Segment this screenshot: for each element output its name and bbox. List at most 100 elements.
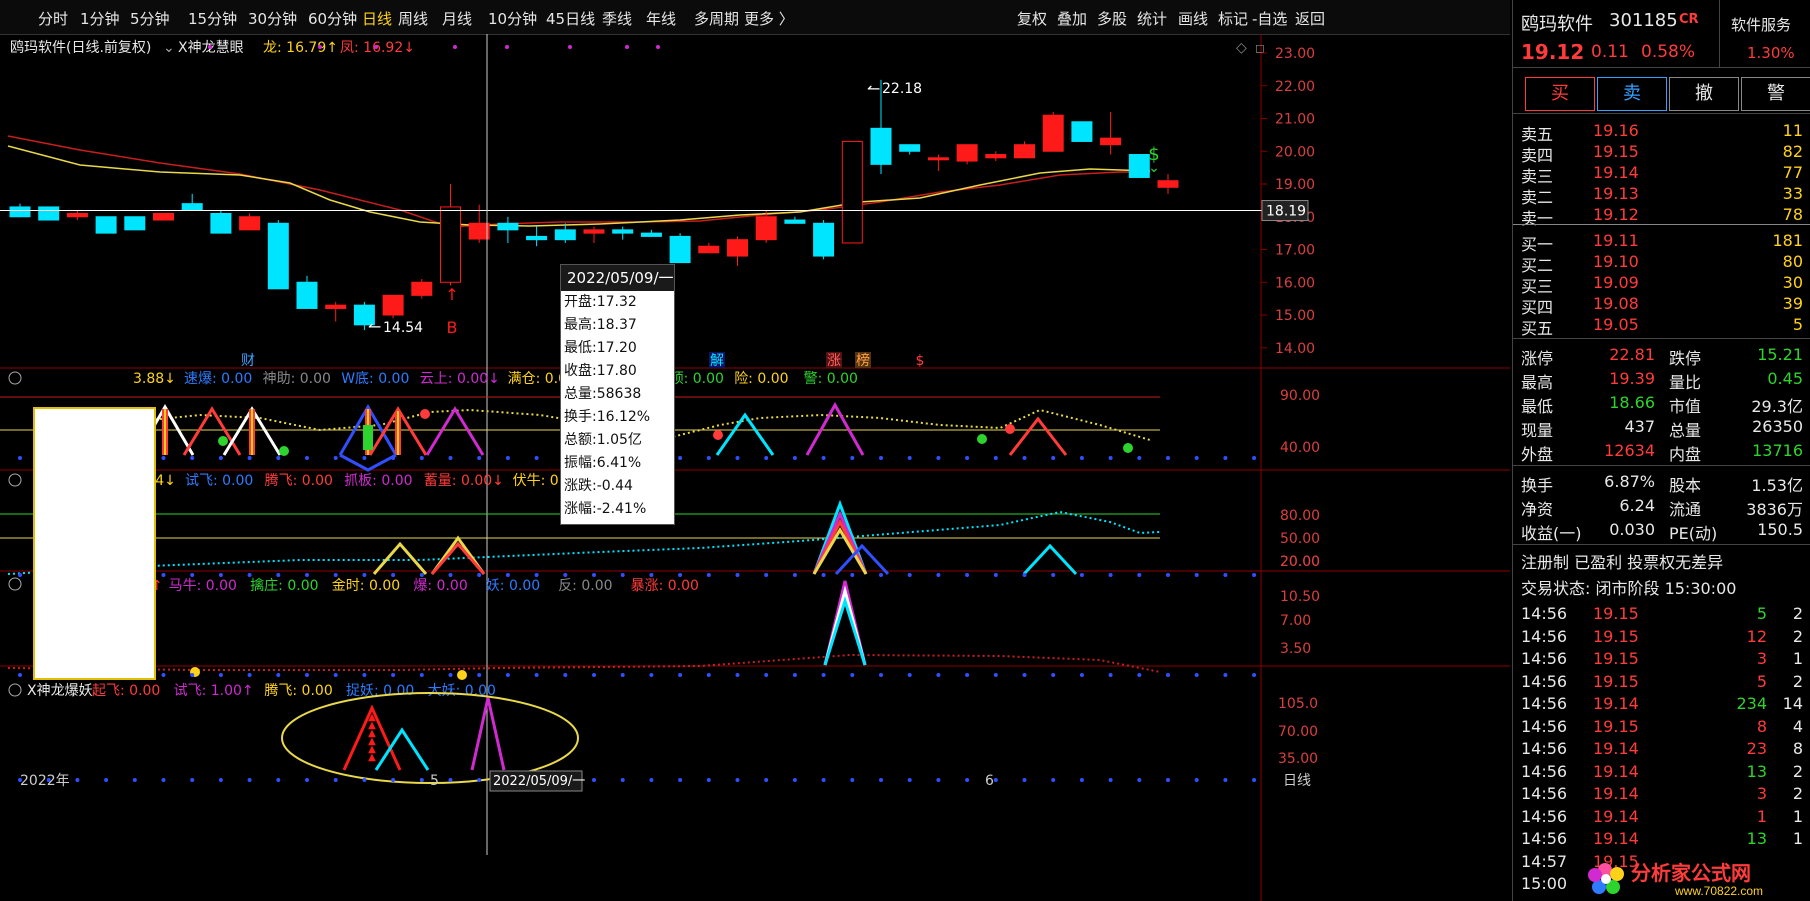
baseline-dot [1194,778,1199,782]
candle-body[interactable] [698,245,720,254]
period-tab-13[interactable]: 多周期 [694,8,739,29]
candle-body[interactable] [267,222,289,290]
candle-body[interactable] [554,229,576,241]
sell-button[interactable]: 卖 [1597,77,1667,111]
period-tab-0[interactable]: 分时 [38,8,68,29]
candle-body[interactable] [497,222,519,231]
candle-body[interactable] [640,232,662,237]
stat-row[interactable]: 净资 6.24 流通 3836万 [1513,493,1810,519]
sector-name[interactable]: 软件服务 [1731,14,1791,35]
period-tab-12[interactable]: 年线 [646,8,676,29]
candle-body[interactable] [927,157,949,161]
candle-body[interactable] [411,281,433,296]
period-tab-8[interactable]: 月线 [442,8,472,29]
candle-body[interactable] [440,206,461,283]
stat-row[interactable]: 收益(一) 0.030 PE(动) 150.5 [1513,517,1810,543]
baseline-dot [1252,456,1257,460]
stat-row[interactable]: 换手 6.87% 股本 1.53亿 [1513,469,1810,495]
collapse-icon[interactable] [8,371,22,385]
period-tab-14[interactable]: 更多 〉 [744,8,794,29]
panel1-signal [425,406,485,456]
candle-body[interactable] [1042,114,1064,152]
candle-body[interactable] [526,235,548,241]
stat-row[interactable]: 涨停 22.81 跌停 15.21 [1513,342,1810,368]
toolbar-action-4[interactable]: 画线 [1178,8,1208,29]
toolbar-action-2[interactable]: 多股 [1097,8,1127,29]
candle-body[interactable] [813,222,835,257]
period-tab-3[interactable]: 15分钟 [188,8,237,29]
collapse-icon[interactable] [8,577,22,591]
candle-body[interactable] [153,212,174,221]
baseline-dot [592,673,596,677]
indicator-value-6: 反: 0.00 [558,578,612,594]
candle-body[interactable] [1128,154,1150,178]
toolbar-action-6[interactable]: -自选 [1252,8,1287,29]
baseline-dot [678,778,683,782]
candle-body[interactable] [612,229,634,234]
candle-body[interactable] [95,216,117,234]
candle-body[interactable] [755,216,777,241]
bid-row[interactable]: 买五 19.05 5 [1513,312,1810,338]
candle-body[interactable] [66,212,88,218]
indicator-value-1: 速爆: 0.00 [184,371,252,387]
candle-body[interactable] [727,239,748,257]
tick-volume: 234 [1736,694,1767,713]
candle-body[interactable] [985,154,1007,159]
bid-volume: 80 [1782,252,1803,271]
baseline-dot [850,673,855,677]
candle-body[interactable] [382,294,404,316]
stat-row[interactable]: 最低 18.66 市值 29.3亿 [1513,390,1810,416]
period-tab-4[interactable]: 30分钟 [248,8,297,29]
candle-body[interactable] [1100,137,1122,146]
candle-body[interactable] [1071,121,1093,142]
period-tab-7[interactable]: 周线 [398,8,428,29]
stat-row[interactable]: 最高 19.39 量比 0.45 [1513,366,1810,392]
stat-row[interactable]: 外盘 12634 内盘 13716 [1513,438,1810,464]
candle-body[interactable] [784,219,806,224]
period-tab-9[interactable]: 10分钟 [488,8,537,29]
candle-body[interactable] [325,304,347,309]
candle-body[interactable] [239,216,261,231]
kline-chart-area[interactable]: 鸥玛软件(日线.前复权)⌄X神龙慧眼龙: 16.79↑凤: 16.92↓◇◻23… [0,34,1510,901]
period-tab-2[interactable]: 5分钟 [130,8,170,29]
period-tab-11[interactable]: 季线 [602,8,632,29]
candle-body[interactable] [1157,180,1179,188]
candle-body[interactable] [468,222,490,240]
candle-body[interactable] [899,144,921,152]
long-line-value: 龙: 16.79↑ [263,40,338,56]
period-tab-5[interactable]: 60分钟 [308,8,357,29]
buy-button[interactable]: 买 [1525,77,1595,111]
panel1-dot [713,430,723,440]
collapse-icon[interactable] [8,473,22,487]
collapse-icon[interactable] [8,683,22,697]
candle-body[interactable] [583,229,605,234]
toolbar-action-3[interactable]: 统计 [1137,8,1167,29]
toolbar-action-1[interactable]: 叠加 [1057,8,1087,29]
period-tab-6[interactable]: 日线 [362,8,392,29]
candle-body[interactable] [9,206,31,218]
candle-body[interactable] [210,212,232,234]
candle-body[interactable] [841,140,863,244]
candle-body[interactable] [669,235,691,264]
candle-body[interactable] [870,127,892,165]
toolbar-action-7[interactable]: 返回 [1295,8,1325,29]
baseline-dot [391,456,396,460]
stat-value: 22.81 [1609,345,1655,364]
candle-body[interactable] [1014,144,1035,159]
period-tab-1[interactable]: 1分钟 [80,8,120,29]
baseline-dot [218,573,223,577]
candle-body[interactable] [38,206,60,221]
ask-price: 19.13 [1593,184,1639,203]
candle-body[interactable] [181,203,203,211]
ask-volume: 11 [1782,121,1803,140]
period-tab-10[interactable]: 45日线 [546,8,595,29]
toolbar-action-0[interactable]: 复权 [1017,8,1047,29]
candle-body[interactable] [296,281,318,309]
candle-body[interactable] [956,144,978,162]
stat-row[interactable]: 现量 437 总量 26350 [1513,414,1810,440]
baseline-dot [276,673,281,677]
toolbar-action-5[interactable]: 标记 [1218,8,1248,29]
cancel-button[interactable]: 撤 [1669,77,1739,111]
alert-button[interactable]: 警 [1741,77,1810,111]
candle-body[interactable] [124,216,146,231]
